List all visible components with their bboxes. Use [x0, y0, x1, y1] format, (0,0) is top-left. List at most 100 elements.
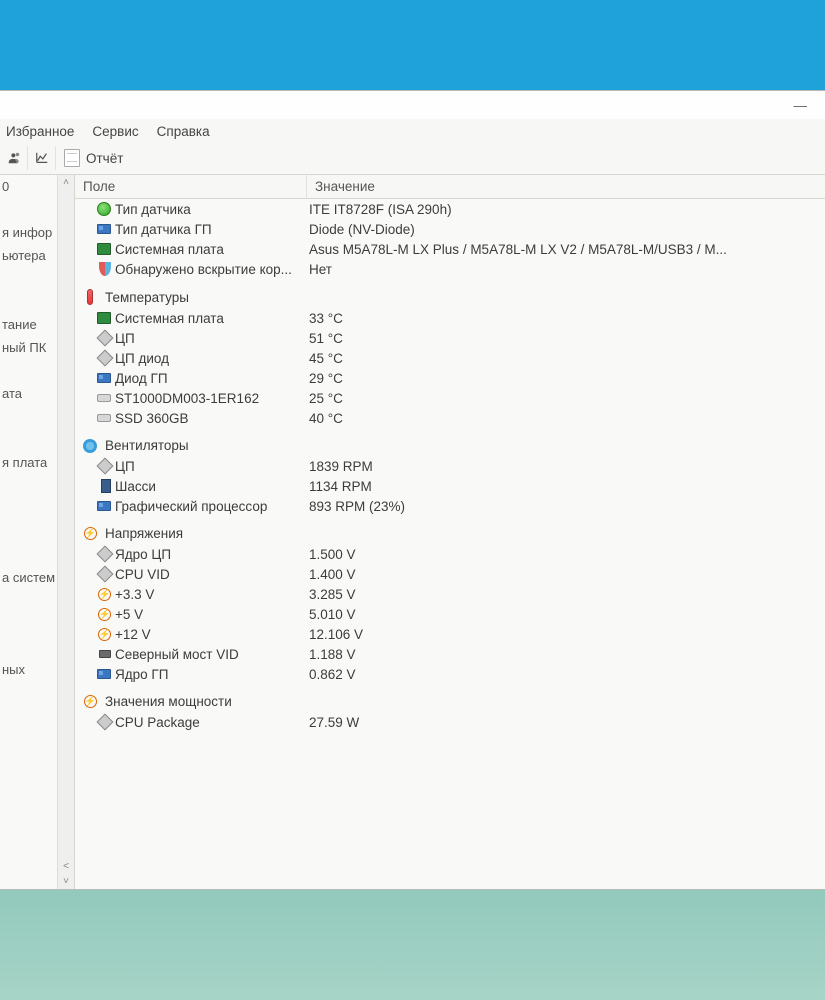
list-row[interactable]: Шасси1134 RPM	[75, 476, 825, 496]
tree-item[interactable]: ный ПК	[0, 336, 57, 359]
box-icon	[101, 479, 111, 493]
tree-list[interactable]: 0 я инфорьютера таниеный ПК ата я плата …	[0, 175, 57, 889]
tree-item[interactable]	[0, 589, 57, 612]
row-value: 12.106 V	[307, 627, 825, 642]
row-label: Системная плата	[115, 311, 307, 326]
menu-help[interactable]: Справка	[153, 122, 214, 141]
list-row[interactable]: ЦП1839 RPM	[75, 456, 825, 476]
row-label: Ядро ЦП	[115, 547, 307, 562]
list-row[interactable]: Ядро ГП0.862 V	[75, 664, 825, 684]
list-row[interactable]: Тип датчикаITE IT8728F (ISA 290h)	[75, 199, 825, 219]
row-label: ЦП	[115, 331, 307, 346]
tree-item[interactable]	[0, 635, 57, 658]
tree-item[interactable]	[0, 543, 57, 566]
tree-item[interactable]: ата	[0, 382, 57, 405]
tree-item[interactable]: тание	[0, 313, 57, 336]
tree-pane: 0 я инфорьютера таниеный ПК ата я плата …	[0, 175, 75, 889]
tree-item[interactable]	[0, 497, 57, 520]
tree-item[interactable]	[0, 520, 57, 543]
tree-item[interactable]	[0, 681, 57, 704]
tree-item[interactable]: я инфор	[0, 221, 57, 244]
tree-item[interactable]: ьютера	[0, 244, 57, 267]
list-body[interactable]: Тип датчикаITE IT8728F (ISA 290h)Тип дат…	[75, 199, 825, 889]
tree-item[interactable]	[0, 428, 57, 451]
list-row[interactable]: Диод ГП29 °C	[75, 368, 825, 388]
tree-item[interactable]: 0	[0, 175, 57, 198]
tree-item[interactable]	[0, 474, 57, 497]
row-label: ЦП	[115, 459, 307, 474]
gpu-icon	[97, 669, 111, 679]
tree-item[interactable]	[0, 405, 57, 428]
list-row[interactable]: Северный мост VID1.188 V	[75, 644, 825, 664]
list-row[interactable]: Тип датчика ГПDiode (NV-Diode)	[75, 219, 825, 239]
tree-item[interactable]	[0, 359, 57, 382]
row-label: ЦП диод	[115, 351, 307, 366]
toolbar-graph-icon[interactable]	[28, 146, 56, 170]
section-header[interactable]: Вентиляторы	[75, 428, 825, 456]
list-row[interactable]: +5 V5.010 V	[75, 604, 825, 624]
list-row[interactable]: ЦП диод45 °C	[75, 348, 825, 368]
gpu-icon	[97, 224, 111, 234]
section-header[interactable]: Температуры	[75, 279, 825, 308]
window-body: 0 я инфорьютера таниеный ПК ата я плата …	[0, 175, 825, 889]
tree-item[interactable]	[0, 704, 57, 727]
list-row[interactable]: Системная плата33 °C	[75, 308, 825, 328]
tree-item[interactable]: а систем	[0, 566, 57, 589]
list-row[interactable]: SSD 360GB40 °C	[75, 408, 825, 428]
therm-icon	[87, 289, 93, 305]
menu-favorites[interactable]: Избранное	[2, 122, 78, 141]
chip-icon	[97, 458, 114, 475]
column-field[interactable]: Поле	[75, 175, 307, 198]
section-header[interactable]: Значения мощности	[75, 684, 825, 712]
scroll-down-icon[interactable]: ˅	[63, 874, 69, 889]
row-label: ST1000DM003-1ER162	[115, 391, 307, 406]
list-row[interactable]: ЦП51 °C	[75, 328, 825, 348]
chip-icon	[97, 566, 114, 583]
toolbar-report-button[interactable]: Отчёт	[56, 149, 133, 167]
drive-icon	[97, 414, 111, 422]
volt-icon	[98, 628, 111, 641]
tree-item[interactable]: я плата	[0, 451, 57, 474]
row-value: Нет	[307, 262, 825, 277]
list-row[interactable]: CPU Package27.59 W	[75, 712, 825, 732]
row-value: 1.400 V	[307, 567, 825, 582]
row-label: Обнаружено вскрытие кор...	[115, 262, 307, 277]
tree-item[interactable]	[0, 290, 57, 313]
tree-item[interactable]	[0, 198, 57, 221]
menu-service[interactable]: Сервис	[88, 122, 142, 141]
tree-scrollbar[interactable]: ˄ ˂ ˅	[57, 175, 74, 889]
row-value: 27.59 W	[307, 715, 825, 730]
desktop-background: — Избранное Сервис Справка Отчёт 0 я инф…	[0, 0, 825, 1000]
row-value: ITE IT8728F (ISA 290h)	[307, 202, 825, 217]
tree-item[interactable]	[0, 267, 57, 290]
volt-icon	[84, 695, 97, 708]
scroll-up-icon[interactable]: ˄	[63, 175, 69, 190]
row-value: 40 °C	[307, 411, 825, 426]
tree-item[interactable]: ных	[0, 658, 57, 681]
row-value: Diode (NV-Diode)	[307, 222, 825, 237]
gpu-icon	[97, 373, 111, 383]
list-row[interactable]: Графический процессор893 RPM (23%)	[75, 496, 825, 516]
list-row[interactable]: Системная платаAsus M5A78L-M LX Plus / M…	[75, 239, 825, 259]
toolbar-users-icon[interactable]	[0, 146, 28, 170]
row-value: 45 °C	[307, 351, 825, 366]
list-row[interactable]: Ядро ЦП1.500 V	[75, 544, 825, 564]
list-row[interactable]: +3.3 V3.285 V	[75, 584, 825, 604]
row-label: +5 V	[115, 607, 307, 622]
column-value[interactable]: Значение	[307, 175, 825, 198]
app-window: — Избранное Сервис Справка Отчёт 0 я инф…	[0, 90, 825, 890]
list-row[interactable]: +12 V12.106 V	[75, 624, 825, 644]
tree-item[interactable]	[0, 612, 57, 635]
document-icon	[64, 149, 80, 167]
row-value: 5.010 V	[307, 607, 825, 622]
list-row[interactable]: CPU VID1.400 V	[75, 564, 825, 584]
minimize-button[interactable]: —	[794, 98, 808, 113]
section-title: Температуры	[105, 290, 189, 305]
section-header[interactable]: Напряжения	[75, 516, 825, 544]
drive-icon	[97, 394, 111, 402]
list-row[interactable]: Обнаружено вскрытие кор...Нет	[75, 259, 825, 279]
section-title: Вентиляторы	[105, 438, 189, 453]
scroll-left-icon[interactable]: ˂	[63, 859, 69, 874]
list-row[interactable]: ST1000DM003-1ER16225 °C	[75, 388, 825, 408]
row-label: Системная плата	[115, 242, 307, 257]
